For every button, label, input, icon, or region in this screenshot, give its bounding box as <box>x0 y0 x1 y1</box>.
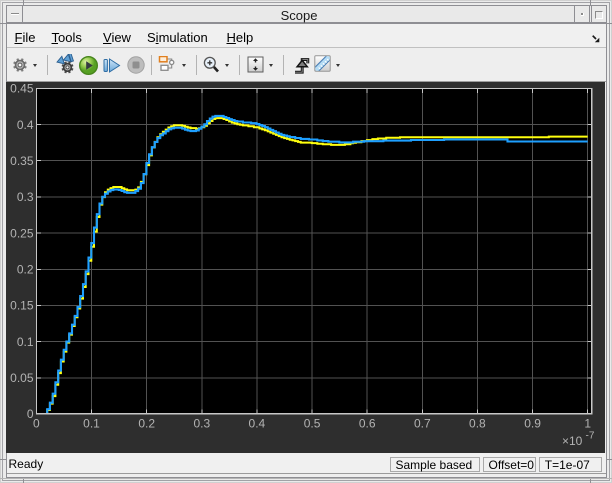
svg-text:0.9: 0.9 <box>524 417 541 431</box>
svg-text:0.8: 0.8 <box>469 417 486 431</box>
svg-text:1: 1 <box>584 417 591 431</box>
svg-text:0.05: 0.05 <box>10 371 34 385</box>
svg-text:0.2: 0.2 <box>138 417 155 431</box>
svg-text:0.1: 0.1 <box>83 417 100 431</box>
svg-text:-7: -7 <box>586 431 595 442</box>
svg-text:0.25: 0.25 <box>10 226 34 240</box>
svg-text:0.35: 0.35 <box>10 154 34 168</box>
svg-text:0.6: 0.6 <box>359 417 376 431</box>
svg-text:0.5: 0.5 <box>304 417 321 431</box>
svg-text:0.7: 0.7 <box>414 417 431 431</box>
svg-text:0.1: 0.1 <box>17 335 34 349</box>
svg-text:×10: ×10 <box>562 434 583 448</box>
svg-text:0: 0 <box>33 417 40 431</box>
svg-text:0.3: 0.3 <box>193 417 210 431</box>
svg-text:0.45: 0.45 <box>10 82 34 96</box>
svg-text:0.4: 0.4 <box>249 417 266 431</box>
svg-text:0.4: 0.4 <box>17 118 34 132</box>
svg-text:0.3: 0.3 <box>17 190 34 204</box>
svg-text:0.2: 0.2 <box>17 263 34 277</box>
svg-text:0.15: 0.15 <box>10 299 34 313</box>
